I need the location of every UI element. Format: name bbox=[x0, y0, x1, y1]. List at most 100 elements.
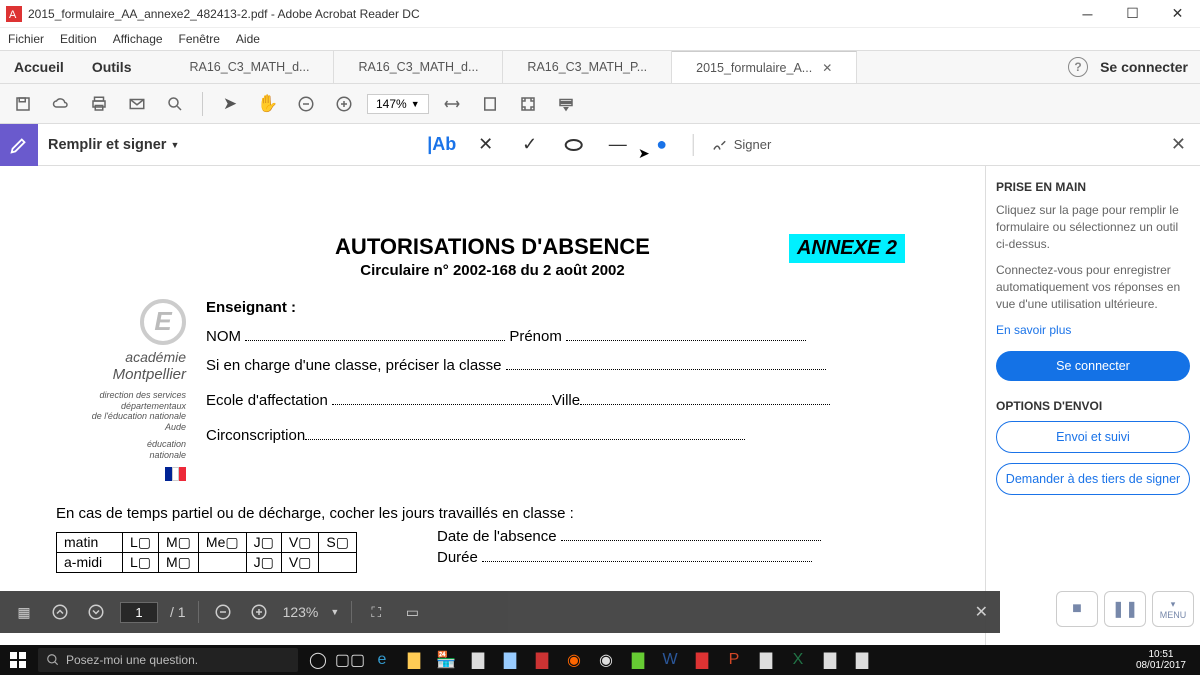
fullscreen-icon[interactable] bbox=[513, 89, 543, 119]
menu-affichage[interactable]: Affichage bbox=[113, 32, 163, 46]
fill-sign-close-icon[interactable]: ✕ bbox=[1171, 134, 1186, 155]
side-text-1: Cliquez sur la page pour remplir le form… bbox=[996, 202, 1190, 252]
ask-sign-button[interactable]: Demander à des tiers de signer bbox=[996, 463, 1190, 495]
menu-aide[interactable]: Aide bbox=[236, 32, 260, 46]
dot-tool[interactable]: ● bbox=[649, 132, 675, 158]
menu-fichier[interactable]: Fichier bbox=[8, 32, 44, 46]
edge-icon[interactable]: e bbox=[368, 646, 396, 674]
powerpoint-icon[interactable]: P bbox=[720, 646, 748, 674]
partial-label: En cas de temps partiel ou de décharge, … bbox=[56, 505, 929, 522]
app-icon-1[interactable]: ▇ bbox=[464, 646, 492, 674]
side-heading-2: OPTIONS D'ENVOI bbox=[996, 399, 1190, 413]
close-button[interactable]: ✕ bbox=[1155, 0, 1200, 28]
firefox-icon[interactable]: ◉ bbox=[560, 646, 588, 674]
explorer-icon[interactable]: ▇ bbox=[400, 646, 428, 674]
x-mark-tool[interactable]: ✕ bbox=[473, 132, 499, 158]
page-navigation-bar: ▦ / 1 123% ▼ ⛶ ▭ ✕ bbox=[0, 591, 1000, 633]
app-icon: A bbox=[6, 6, 22, 22]
start-button[interactable] bbox=[0, 645, 36, 675]
maximize-button[interactable]: ☐ bbox=[1110, 0, 1155, 28]
mail-icon[interactable] bbox=[122, 89, 152, 119]
home-button[interactable]: Accueil bbox=[0, 51, 78, 83]
zoom-out-bar-icon[interactable] bbox=[211, 600, 235, 624]
window-title: 2015_formulaire_AA_annexe2_482413-2.pdf … bbox=[28, 7, 1065, 21]
page-up-icon[interactable] bbox=[48, 600, 72, 624]
cortana-icon[interactable]: ◯ bbox=[304, 646, 332, 674]
document-view[interactable]: ANNEXE 2 AUTORISATIONS D'ABSENCE Circula… bbox=[0, 166, 985, 645]
app-icon-3[interactable]: ▇ bbox=[528, 646, 556, 674]
menu-bar: Fichier Edition Affichage Fenêtre Aide bbox=[0, 28, 1200, 50]
connect-button[interactable]: Se connecter bbox=[996, 351, 1190, 381]
app-icon-4[interactable]: ▇ bbox=[624, 646, 652, 674]
stop-button[interactable]: ■ bbox=[1056, 591, 1098, 627]
zoom-in-bar-icon[interactable] bbox=[247, 600, 271, 624]
academie-logo-icon: E bbox=[140, 299, 186, 345]
minimize-button[interactable]: ─ bbox=[1065, 0, 1110, 28]
fit-icon-bar[interactable]: ⛶ bbox=[364, 600, 388, 624]
schedule-table: matinL▢M▢Me▢J▢V▢S▢ a-midiL▢M▢J▢V▢ bbox=[56, 532, 357, 573]
system-tray[interactable]: 10:51 08/01/2017 bbox=[1136, 649, 1200, 671]
app-icon-5[interactable]: ▇ bbox=[752, 646, 780, 674]
circle-tool[interactable] bbox=[561, 132, 587, 158]
excel-icon[interactable]: X bbox=[784, 646, 812, 674]
fit-page-icon[interactable] bbox=[475, 89, 505, 119]
side-heading-1: PRISE EN MAIN bbox=[996, 180, 1190, 194]
zoom-out-icon[interactable] bbox=[291, 89, 321, 119]
acrobat-icon[interactable]: ▇ bbox=[688, 646, 716, 674]
menu-button[interactable]: ▾MENU bbox=[1152, 591, 1194, 627]
store-icon[interactable]: 🏪 bbox=[432, 646, 460, 674]
svg-text:A: A bbox=[9, 9, 17, 21]
doc-tab-3[interactable]: RA16_C3_MATH_P... bbox=[503, 51, 672, 83]
learn-more-link[interactable]: En savoir plus bbox=[996, 323, 1190, 337]
side-panel: PRISE EN MAIN Cliquez sur la page pour r… bbox=[985, 166, 1200, 645]
page-number-input[interactable] bbox=[120, 602, 158, 623]
zoom-level-label: 123% bbox=[283, 604, 319, 620]
app-icon-2[interactable]: ▇ bbox=[496, 646, 524, 674]
arrow-tool[interactable]: ➤ bbox=[215, 89, 245, 119]
help-icon[interactable]: ? bbox=[1068, 57, 1088, 77]
cloud-icon[interactable] bbox=[46, 89, 76, 119]
zoom-in-icon[interactable] bbox=[329, 89, 359, 119]
doc-subtitle: Circulaire n° 2002-168 du 2 août 2002 bbox=[56, 262, 929, 279]
menu-fenetre[interactable]: Fenêtre bbox=[179, 32, 220, 46]
flag-icon bbox=[165, 467, 186, 481]
app-icon-7[interactable]: ▇ bbox=[848, 646, 876, 674]
page-down-icon[interactable] bbox=[84, 600, 108, 624]
page-bar-close-icon[interactable]: ✕ bbox=[975, 602, 988, 622]
check-tool[interactable]: ✓ bbox=[517, 132, 543, 158]
thumbnails-icon[interactable]: ▦ bbox=[12, 600, 36, 624]
window-titlebar: A 2015_formulaire_AA_annexe2_482413-2.pd… bbox=[0, 0, 1200, 28]
taskview-icon[interactable]: ▢▢ bbox=[336, 646, 364, 674]
fit-width-icon[interactable] bbox=[437, 89, 467, 119]
search-icon[interactable] bbox=[160, 89, 190, 119]
fill-sign-mode-icon bbox=[0, 124, 38, 166]
read-mode-icon[interactable]: ▭ bbox=[400, 600, 424, 624]
save-icon[interactable] bbox=[8, 89, 38, 119]
hand-tool[interactable]: ✋ bbox=[253, 89, 283, 119]
send-track-button[interactable]: Envoi et suivi bbox=[996, 421, 1190, 453]
fill-sign-bar: Remplir et signer▼ |Ab ✕ ✓ — ● Signer ✕ bbox=[0, 124, 1200, 166]
sign-in-link[interactable]: Se connecter bbox=[1100, 59, 1188, 75]
doc-tab-1[interactable]: RA16_C3_MATH_d... bbox=[165, 51, 334, 83]
sign-tool[interactable]: Signer bbox=[712, 132, 772, 158]
zoom-level-box[interactable]: 147%▼ bbox=[367, 94, 429, 114]
pause-button[interactable]: ❚❚ bbox=[1104, 591, 1146, 627]
tab-close-icon[interactable]: ✕ bbox=[822, 61, 832, 75]
side-text-2: Connectez-vous pour enregistrer automati… bbox=[996, 262, 1190, 312]
menu-edition[interactable]: Edition bbox=[60, 32, 97, 46]
taskbar: Posez-moi une question. ◯ ▢▢ e ▇ 🏪 ▇ ▇ ▇… bbox=[0, 645, 1200, 675]
form-column: Enseignant : NOM Prénom Si en charge d'u… bbox=[206, 299, 929, 485]
doc-tab-4[interactable]: 2015_formulaire_A...✕ bbox=[672, 51, 857, 83]
chrome-icon[interactable]: ◉ bbox=[592, 646, 620, 674]
taskbar-search[interactable]: Posez-moi une question. bbox=[38, 648, 298, 672]
tools-button[interactable]: Outils bbox=[78, 51, 146, 83]
word-icon[interactable]: W bbox=[656, 646, 684, 674]
more-tools-icon[interactable] bbox=[551, 89, 581, 119]
print-icon[interactable] bbox=[84, 89, 114, 119]
app-icon-6[interactable]: ▇ bbox=[816, 646, 844, 674]
line-tool[interactable]: — bbox=[605, 132, 631, 158]
fill-sign-label[interactable]: Remplir et signer▼ bbox=[48, 137, 179, 153]
doc-tab-2[interactable]: RA16_C3_MATH_d... bbox=[334, 51, 503, 83]
text-tool[interactable]: |Ab bbox=[429, 132, 455, 158]
float-controls: ■ ❚❚ ▾MENU bbox=[1056, 591, 1194, 627]
